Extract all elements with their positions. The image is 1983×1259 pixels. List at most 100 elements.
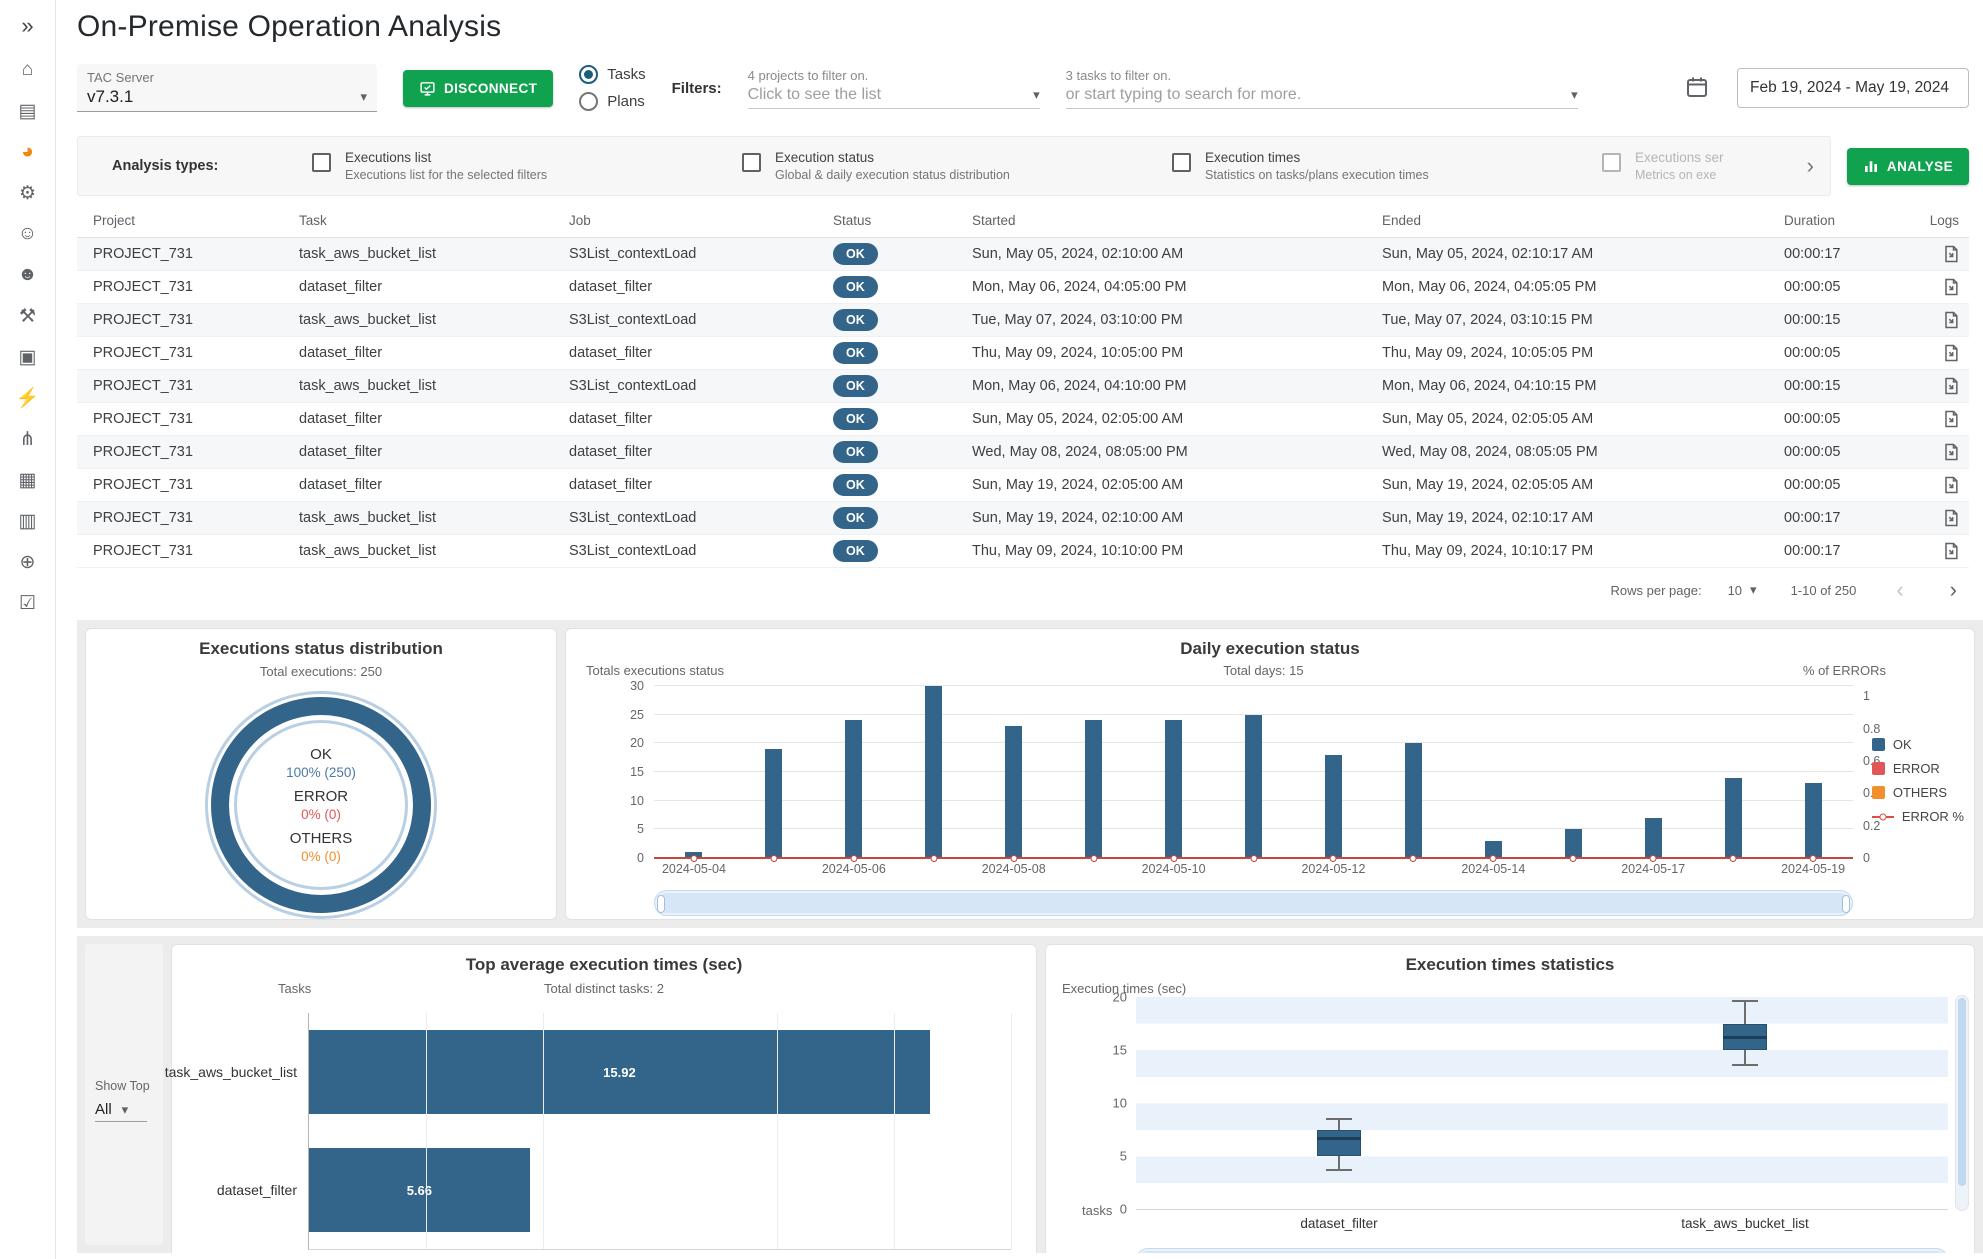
legend-item[interactable]: OK	[1872, 737, 1964, 752]
legend-item[interactable]: OTHERS	[1872, 785, 1964, 800]
tasks-filter[interactable]: 3 tasks to filter on. ▾	[1066, 68, 1578, 109]
previous-page-button[interactable]: ‹	[1890, 577, 1909, 603]
log-icon[interactable]	[1941, 475, 1961, 495]
ok-bar[interactable]	[1565, 829, 1582, 858]
ok-bar[interactable]	[1645, 818, 1662, 858]
toolbar: TAC Server v7.3.1 ▾ DISCONNECT Tasks Plan…	[77, 56, 1969, 120]
analyse-button[interactable]: ANALYSE	[1847, 148, 1969, 185]
table-row[interactable]: PROJECT_731task_aws_bucket_listS3List_co…	[77, 502, 1969, 535]
executions-list-icon[interactable]: ▤	[13, 97, 43, 125]
table-row[interactable]: PROJECT_731dataset_filterdataset_filterO…	[77, 436, 1969, 469]
show-top-select[interactable]: All ▾	[95, 1097, 147, 1122]
more-options-chevron-icon[interactable]: ›	[1801, 153, 1820, 179]
ok-bar[interactable]	[845, 720, 862, 858]
user-icon[interactable]: ☺	[13, 220, 43, 248]
boxplot-group[interactable]	[1317, 997, 1361, 1209]
ok-bar[interactable]	[1805, 783, 1822, 858]
boxplot-group[interactable]	[1723, 997, 1767, 1209]
scrollbar-thumb[interactable]	[1958, 998, 1966, 1186]
bar-slot	[1773, 686, 1853, 858]
analysis-option[interactable]: Executions serMetrics on exe	[1602, 150, 1752, 182]
error-pct-marker	[1730, 855, 1737, 862]
vertical-scrollbar[interactable]	[1955, 995, 1969, 1211]
triggers-icon[interactable]: ⚡	[13, 384, 43, 412]
table-row[interactable]: PROJECT_731dataset_filterdataset_filterO…	[77, 337, 1969, 370]
daily-zoom-brush[interactable]	[654, 890, 1853, 916]
analysis-option[interactable]: Execution statusGlobal & daily execution…	[742, 150, 1172, 182]
legend-item[interactable]: ERROR %	[1872, 809, 1964, 824]
analysis-option[interactable]: Execution timesStatistics on tasks/plans…	[1172, 150, 1602, 182]
avg-time-bar[interactable]: 15.92	[309, 1030, 930, 1114]
checkbox-icon[interactable]	[1172, 153, 1191, 172]
error-pct-marker	[770, 855, 777, 862]
projects-filter-input[interactable]	[748, 86, 1033, 104]
projects-icon[interactable]: ▣	[13, 343, 43, 371]
brush-selection[interactable]	[1139, 1251, 1945, 1253]
log-icon[interactable]	[1941, 310, 1961, 330]
date-range-input[interactable]	[1737, 68, 1969, 108]
analysis-types-label: Analysis types:	[112, 158, 312, 174]
avg-time-bar[interactable]: 5.66	[309, 1148, 530, 1232]
tac-server-select[interactable]: TAC Server v7.3.1 ▾	[77, 64, 377, 112]
log-icon[interactable]	[1941, 343, 1961, 363]
radio-plans[interactable]: Plans	[579, 92, 645, 111]
projects-filter[interactable]: 4 projects to filter on. ▾	[748, 68, 1040, 109]
table-row[interactable]: PROJECT_731task_aws_bucket_listS3List_co…	[77, 238, 1969, 271]
user-groups-icon[interactable]: ☻	[13, 261, 43, 289]
log-icon[interactable]	[1941, 376, 1961, 396]
calendar-button[interactable]	[1683, 73, 1711, 104]
log-icon[interactable]	[1941, 409, 1961, 429]
table-row[interactable]: PROJECT_731task_aws_bucket_listS3List_co…	[77, 304, 1969, 337]
next-page-button[interactable]: ›	[1944, 577, 1963, 603]
user-settings-icon[interactable]: ⚙	[13, 179, 43, 207]
home-icon[interactable]: ⌂	[13, 56, 43, 84]
log-icon[interactable]	[1941, 277, 1961, 297]
caret-down-icon: ▾	[1033, 87, 1040, 103]
checkbox-icon[interactable]	[312, 153, 331, 172]
checkbox-icon[interactable]	[1602, 153, 1621, 172]
ok-bar[interactable]	[1325, 755, 1342, 858]
operation-analysis-icon[interactable]: ◕	[13, 138, 43, 166]
disconnect-button[interactable]: DISCONNECT	[403, 70, 553, 107]
radio-tasks[interactable]: Tasks	[579, 65, 645, 84]
ok-bar[interactable]	[1085, 720, 1102, 858]
log-icon[interactable]	[1941, 442, 1961, 462]
log-icon[interactable]	[1941, 541, 1961, 561]
chart-title: Execution times statistics	[1046, 955, 1974, 975]
ok-bar[interactable]	[1245, 715, 1262, 858]
ok-bar[interactable]	[1725, 778, 1742, 858]
audit-icon[interactable]: ☑	[13, 589, 43, 617]
expand-sidebar-icon[interactable]: »	[13, 12, 43, 40]
log-icon[interactable]	[1941, 508, 1961, 528]
date-range-picker[interactable]	[1737, 68, 1969, 108]
checkbox-icon[interactable]	[742, 153, 761, 172]
brush-handle-right[interactable]	[1842, 895, 1850, 913]
boxplot-zoom-brush[interactable]	[1136, 1248, 1948, 1253]
table-row[interactable]: PROJECT_731dataset_filterdataset_filterO…	[77, 469, 1969, 502]
brush-selection[interactable]	[657, 893, 1850, 913]
ok-bar[interactable]	[1005, 726, 1022, 858]
ok-bar[interactable]	[1165, 720, 1182, 858]
table-row[interactable]: PROJECT_731dataset_filterdataset_filterO…	[77, 403, 1969, 436]
analysis-option[interactable]: Executions listExecutions list for the s…	[312, 150, 742, 182]
ok-bar[interactable]	[765, 749, 782, 858]
table-row[interactable]: PROJECT_731task_aws_bucket_listS3List_co…	[77, 370, 1969, 403]
tools-icon[interactable]: ⚒	[13, 302, 43, 330]
ok-bar[interactable]	[925, 686, 942, 858]
top-average-times-card: Top average execution times (sec) Tasks …	[171, 944, 1037, 1253]
status-donut-chart[interactable]: OK 100% (250) ERROR 0% (0) OTHERS 0% (0)	[205, 691, 437, 919]
tasks-filter-input[interactable]	[1066, 86, 1571, 104]
rows-per-page-select[interactable]: 10 ▾	[1728, 582, 1757, 598]
reports-icon[interactable]: ▥	[13, 507, 43, 535]
table-row[interactable]: PROJECT_731dataset_filterdataset_filterO…	[77, 271, 1969, 304]
error-pct-marker	[1650, 855, 1657, 862]
brush-handle-left[interactable]	[657, 895, 665, 913]
category-label: task_aws_bucket_list	[1681, 1216, 1809, 1231]
table-row[interactable]: PROJECT_731task_aws_bucket_listS3List_co…	[77, 535, 1969, 568]
legend-item[interactable]: ERROR	[1872, 761, 1964, 776]
web-service-icon[interactable]: ⊕	[13, 548, 43, 576]
ok-bar[interactable]	[1405, 743, 1422, 858]
dashboard-icon[interactable]: ▦	[13, 466, 43, 494]
hierarchy-icon[interactable]: ⋔	[13, 425, 43, 453]
log-icon[interactable]	[1941, 244, 1961, 264]
